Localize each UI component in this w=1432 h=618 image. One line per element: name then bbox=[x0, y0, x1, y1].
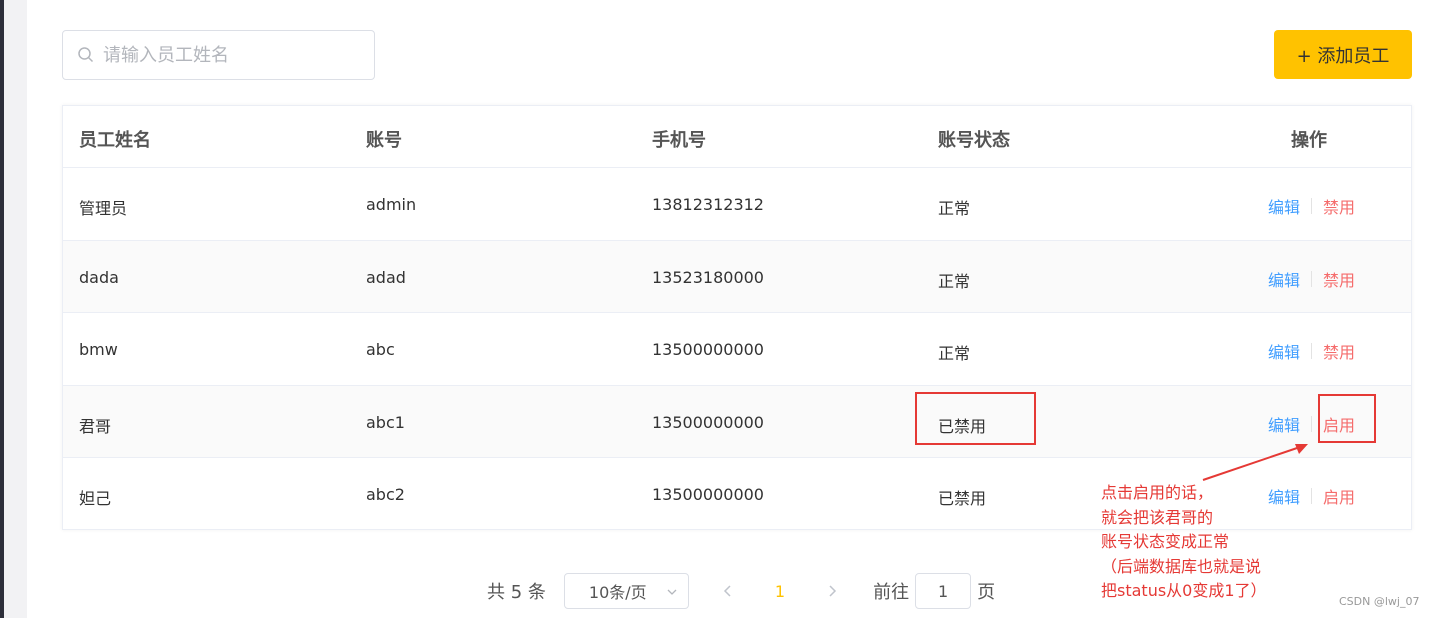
cell-account: abc bbox=[366, 340, 395, 359]
annotation-arrow bbox=[1202, 444, 1308, 481]
annotation-line: 就会把该君哥的 bbox=[1101, 507, 1214, 527]
goto-label: 前往 bbox=[873, 582, 910, 603]
row-actions: 编辑 禁用 bbox=[1268, 267, 1355, 291]
action-divider bbox=[1311, 415, 1313, 432]
cell-phone: 13523180000 bbox=[652, 267, 764, 287]
cell-status: 已禁用 bbox=[938, 489, 987, 508]
enable-button[interactable]: 启用 bbox=[1323, 484, 1355, 508]
prev-page-icon[interactable] bbox=[721, 584, 735, 598]
page-number-current[interactable]: 1 bbox=[775, 582, 785, 601]
cell-name: 妲己 bbox=[79, 489, 112, 508]
search-input[interactable] bbox=[103, 44, 353, 66]
page-suffix: 页 bbox=[977, 582, 996, 603]
action-divider bbox=[1311, 343, 1313, 359]
cell-phone: 13812312312 bbox=[652, 195, 764, 214]
row-actions: 编辑 禁用 bbox=[1268, 194, 1355, 218]
header-phone: 手机号 bbox=[652, 130, 706, 151]
header-name: 员工姓名 bbox=[79, 130, 151, 151]
annotation-line: 点击启用的话， bbox=[1101, 483, 1214, 502]
cell-account: adad bbox=[366, 267, 406, 287]
edit-button[interactable]: 编辑 bbox=[1268, 267, 1300, 291]
disable-button[interactable]: 禁用 bbox=[1323, 339, 1355, 363]
cell-account: abc1 bbox=[366, 412, 405, 432]
highlight-enable-box bbox=[1318, 394, 1376, 443]
total-count: 共 5 条 bbox=[487, 582, 546, 603]
cell-account: abc2 bbox=[366, 485, 405, 504]
cell-status: 正常 bbox=[938, 271, 971, 291]
table-row: 管理员 admin 13812312312 正常 编辑 禁用 bbox=[63, 168, 1411, 241]
annotation-line: （后端数据库也就是说 bbox=[1101, 556, 1262, 576]
action-divider bbox=[1311, 488, 1313, 504]
watermark: CSDN @lwj_07 bbox=[1339, 595, 1420, 608]
annotation-note: 点击启用的话， 就会把该君哥的 账号状态变成正常 （后端数据库也就是说 把sta… bbox=[1101, 481, 1301, 604]
annotation-line: 账号状态变成正常 bbox=[1101, 532, 1230, 551]
cell-phone: 13500000000 bbox=[652, 412, 764, 432]
header-ops: 操作 bbox=[1291, 130, 1327, 151]
edit-button[interactable]: 编辑 bbox=[1268, 412, 1300, 436]
cell-status: 正常 bbox=[938, 199, 971, 218]
page-size-select[interactable]: 10条/页 bbox=[563, 573, 689, 609]
table-row: dada adad 13523180000 正常 编辑 禁用 bbox=[63, 240, 1411, 313]
cell-account: admin bbox=[366, 195, 417, 214]
add-employee-button[interactable]: + 添加员工 bbox=[1274, 30, 1412, 79]
cell-name: dada bbox=[79, 267, 119, 287]
row-actions: 编辑 禁用 bbox=[1268, 339, 1355, 363]
search-icon bbox=[78, 47, 94, 63]
edit-button[interactable]: 编辑 bbox=[1268, 194, 1300, 218]
action-divider bbox=[1311, 270, 1313, 287]
disable-button[interactable]: 禁用 bbox=[1323, 267, 1355, 291]
cell-name: bmw bbox=[79, 340, 118, 359]
search-box[interactable] bbox=[62, 30, 375, 80]
next-page-icon[interactable] bbox=[825, 584, 839, 598]
table-row: bmw abc 13500000000 正常 编辑 禁用 bbox=[63, 313, 1411, 386]
action-divider bbox=[1311, 198, 1313, 214]
cell-status: 正常 bbox=[938, 344, 971, 363]
cell-phone: 13500000000 bbox=[652, 485, 764, 504]
pagination: 共 5 条 10条/页 1 前往 1 页 bbox=[487, 573, 1027, 609]
annotation-line: 把status从0变成1了） bbox=[1101, 581, 1267, 600]
left-edge bbox=[0, 0, 27, 618]
disable-button[interactable]: 禁用 bbox=[1323, 194, 1355, 218]
cell-name: 君哥 bbox=[79, 416, 112, 436]
cell-name: 管理员 bbox=[79, 199, 128, 218]
cell-phone: 13500000000 bbox=[652, 340, 764, 359]
edit-button[interactable]: 编辑 bbox=[1268, 339, 1300, 363]
header-account: 账号 bbox=[366, 130, 402, 151]
header-status: 账号状态 bbox=[938, 130, 1010, 151]
chevron-down-icon bbox=[667, 589, 677, 595]
goto-page-input[interactable]: 1 bbox=[915, 573, 972, 609]
table-header: 员工姓名 账号 手机号 账号状态 操作 bbox=[63, 106, 1411, 168]
highlight-status-box bbox=[915, 392, 1036, 445]
page-size-value: 10条/页 bbox=[588, 583, 647, 602]
